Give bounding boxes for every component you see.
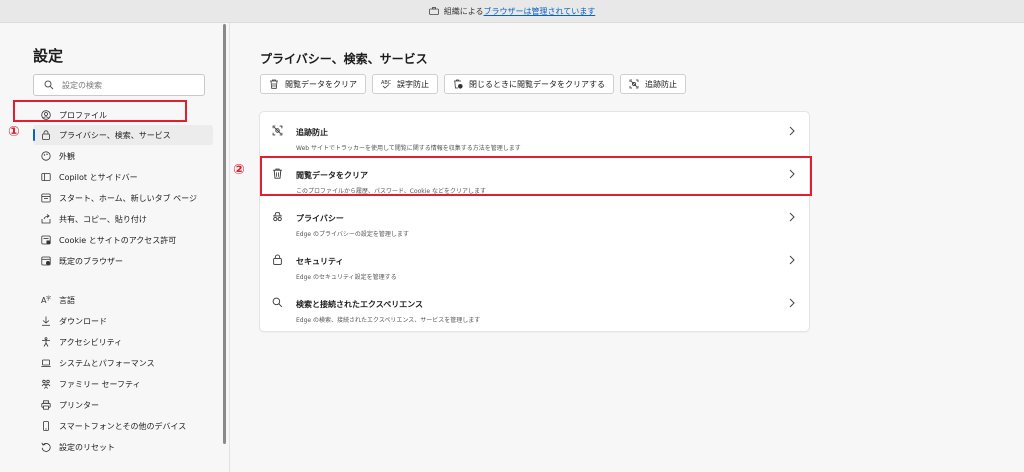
chevron-right-icon [789, 255, 795, 265]
search-icon [272, 297, 283, 308]
sidebar-scrollbar[interactable] [223, 24, 226, 444]
sidebar-item-downloads[interactable]: ダウンロード [33, 311, 213, 331]
sidebar-item-family[interactable]: ファミリー セーフティ [33, 374, 213, 394]
share-icon [41, 214, 51, 224]
managed-link[interactable]: ブラウザーは管理されています [484, 6, 596, 17]
sidebar-item-label: システムとパフォーマンス [59, 358, 155, 368]
language-icon: A字 [41, 295, 51, 305]
briefcase-icon [428, 7, 439, 15]
spellcheck-icon: ABC [381, 80, 391, 89]
row-privacy[interactable]: プライバシー Edge のプライバシーの設定を管理します [260, 202, 809, 245]
marker-1: ① [8, 124, 20, 140]
settings-card: 追跡防止 Web サイトでトラッカーを使用して閲覧に関する情報を収集する方法を管… [260, 112, 809, 331]
page-title: プライバシー、検索、サービス [260, 52, 428, 66]
sidebar-item-label: Cookie とサイトのアクセス許可 [59, 235, 177, 245]
cookie-icon [41, 235, 51, 245]
row-title: 検索と接続されたエクスペリエンス [296, 300, 424, 309]
chip-tracking-prevention[interactable]: 追跡防止 [620, 74, 686, 94]
phone-icon [43, 421, 49, 431]
trash-icon [270, 79, 278, 89]
sidebar-item-label: 共有、コピー、貼り付け [59, 214, 147, 224]
sidebar-item-share[interactable]: 共有、コピー、貼り付け [33, 209, 213, 229]
tracking-icon [272, 125, 283, 136]
sidebar-item-label: プリンター [59, 400, 99, 410]
sidebar-item-devices[interactable]: スマートフォンとその他のデバイス [33, 416, 213, 436]
row-description: Edge のセキュリティ設定を管理する [296, 274, 397, 281]
row-description: Web サイトでトラッカーを使用して閲覧に関する情報を収集する方法を管理します [296, 145, 521, 152]
printer-icon [41, 400, 51, 410]
sidebar-item-default-browser[interactable]: 既定のブラウザー [33, 251, 213, 271]
chip-label: 誤字防止 [397, 79, 429, 89]
search-input[interactable] [62, 80, 192, 90]
sidebar-item-label: スタート、ホーム、新しいタブ ページ [59, 193, 197, 203]
sidebar-item-label: 言語 [59, 295, 75, 305]
download-icon [42, 316, 50, 326]
chevron-right-icon [789, 212, 795, 222]
accessibility-icon [42, 337, 50, 347]
svg-text:ABC: ABC [381, 80, 391, 86]
chip-label: 閉じるときに閲覧データをクリアする [469, 79, 605, 89]
sidebar-item-system[interactable]: システムとパフォーマンス [33, 353, 213, 373]
search-icon [44, 80, 54, 90]
sidebar-item-accessibility[interactable]: アクセシビリティ [33, 332, 213, 352]
marker-2: ② [233, 162, 245, 178]
quick-links: 閲覧データをクリア ABC 誤字防止 閉じるときに閲覧データをクリアする 追跡防… [260, 74, 686, 94]
row-title: セキュリティ [296, 257, 344, 266]
sidebar-item-label: 設定のリセット [59, 442, 115, 452]
row-description: Edge のプライバシーの設定を管理します [296, 231, 409, 238]
row-title: 追跡防止 [296, 128, 328, 137]
sidebar-item-reset[interactable]: 設定のリセット [33, 437, 213, 457]
sidebar-item-language[interactable]: A字 言語 [33, 290, 213, 310]
row-search-connected[interactable]: 検索と接続されたエクスペリエンス Edge の検索、接続されたエクスペリエンス、… [260, 288, 809, 331]
sidebar-title: 設定 [33, 47, 64, 65]
chip-clear-on-close[interactable]: 閉じるときに閲覧データをクリアする [444, 74, 614, 94]
banner-text: 組織による [443, 6, 484, 16]
family-icon [41, 379, 51, 389]
search-box[interactable] [33, 74, 205, 96]
highlight-box-1 [13, 100, 187, 122]
lock-icon [273, 254, 282, 265]
chevron-right-icon [789, 126, 795, 136]
chip-label: 閲覧データをクリア [285, 79, 357, 89]
row-description: Edge の検索、接続されたエクスペリエンス、サービスを管理します [296, 317, 481, 324]
chip-label: 追跡防止 [645, 79, 677, 89]
sidebar: 設定 プロファイル プライバシー、検索、サービス 外観 Copilot とサイド… [21, 22, 221, 472]
sidebar-item-label: 外観 [59, 151, 75, 161]
row-security[interactable]: セキュリティ Edge のセキュリティ設定を管理する [260, 245, 809, 288]
tracking-icon [629, 79, 639, 89]
chip-typo-protection[interactable]: ABC 誤字防止 [372, 74, 438, 94]
lock-icon [42, 130, 50, 140]
sidebar-item-label: ダウンロード [59, 316, 107, 326]
divider [229, 22, 230, 472]
browser-icon [41, 256, 51, 266]
sidebar-item-label: 既定のブラウザー [59, 256, 123, 266]
sidebar-item-privacy[interactable]: プライバシー、検索、サービス [33, 125, 213, 145]
row-tracking-prevention[interactable]: 追跡防止 Web サイトでトラッカーを使用して閲覧に関する情報を収集する方法を管… [260, 116, 809, 159]
sidebar-item-cookies[interactable]: Cookie とサイトのアクセス許可 [33, 230, 213, 250]
sidebar-item-label: スマートフォンとその他のデバイス [59, 421, 187, 431]
laptop-icon [41, 359, 51, 367]
incognito-icon [273, 212, 282, 222]
highlight-box-2 [260, 156, 812, 196]
sidebar-item-copilot[interactable]: Copilot とサイドバー [33, 167, 213, 187]
appearance-icon [41, 151, 51, 161]
sidebar-item-label: プライバシー、検索、サービス [59, 130, 171, 140]
sidebar-item-printers[interactable]: プリンター [33, 395, 213, 415]
sidebar-item-label: ファミリー セーフティ [59, 379, 141, 389]
sidebar-icon [41, 173, 51, 181]
row-title: プライバシー [296, 214, 344, 223]
sidebar-item-appearance[interactable]: 外観 [33, 146, 213, 166]
managed-banner: 組織による ブラウザーは管理されています [0, 0, 1024, 23]
home-icon [41, 193, 51, 203]
chip-clear-data[interactable]: 閲覧データをクリア [260, 74, 366, 94]
sidebar-item-label: アクセシビリティ [59, 337, 123, 347]
sidebar-item-start-home[interactable]: スタート、ホーム、新しいタブ ページ [33, 188, 213, 208]
chevron-right-icon [789, 298, 795, 308]
svg-text:字: 字 [46, 295, 51, 302]
trash-clock-icon [454, 79, 463, 89]
sidebar-item-label: Copilot とサイドバー [59, 172, 138, 182]
reset-icon [41, 442, 51, 452]
